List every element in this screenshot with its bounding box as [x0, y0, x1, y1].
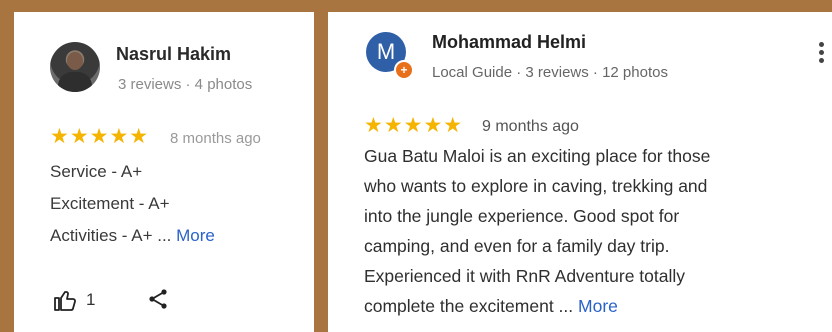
avatar-body	[58, 72, 92, 92]
reviewer-meta: 3 reviews · 4 photos	[118, 76, 253, 93]
more-vertical-icon[interactable]	[818, 42, 826, 70]
reviewer-name[interactable]: Mohammad Helmi	[432, 32, 586, 53]
menu-dot	[819, 50, 824, 55]
menu-dot	[819, 58, 824, 63]
like-count: 1	[86, 290, 96, 309]
avatar[interactable]	[50, 42, 100, 92]
reviewer-meta: Local Guide · 3 reviews · 12 photos	[432, 64, 668, 81]
review-text-line: Service - A+	[50, 162, 143, 181]
review-text-line: Excitement - A+	[50, 194, 170, 213]
review-time: 9 months ago	[482, 118, 579, 135]
review-card-left: Nasrul Hakim 3 reviews · 4 photos ★★★★★ …	[14, 12, 314, 332]
review-text-line: Gua Batu Maloi is an exciting place for …	[364, 146, 711, 166]
star-rating: ★★★★★	[50, 125, 150, 148]
review-text-line: into the jungle experience. Good spot fo…	[364, 206, 680, 226]
review-text-line-last: complete the excitement ... More	[364, 296, 618, 317]
thumbs-up-icon[interactable]	[52, 288, 78, 312]
review-text: complete the excitement ...	[364, 296, 574, 316]
more-link[interactable]: More	[176, 226, 215, 245]
review-time: 8 months ago	[170, 130, 261, 147]
avatar-face	[67, 52, 83, 70]
reviewer-name[interactable]: Nasrul Hakim	[116, 44, 231, 65]
more-link[interactable]: More	[578, 296, 618, 316]
review-text-line: Experienced it with RnR Adventure totall…	[364, 266, 685, 286]
review-text-line: camping, and even for a family day trip.	[364, 236, 670, 256]
share-icon[interactable]	[146, 286, 170, 312]
review-card-right: M + Mohammad Helmi Local Guide · 3 revie…	[328, 12, 832, 332]
local-guide-badge-icon: +	[394, 60, 414, 80]
menu-dot	[819, 42, 824, 47]
review-text: Activities - A+ ...	[50, 226, 172, 245]
review-text-line-last: Activities - A+ ... More	[50, 226, 215, 246]
star-rating: ★★★★★	[364, 114, 464, 137]
review-text-line: who wants to explore in caving, trekking…	[364, 176, 708, 196]
